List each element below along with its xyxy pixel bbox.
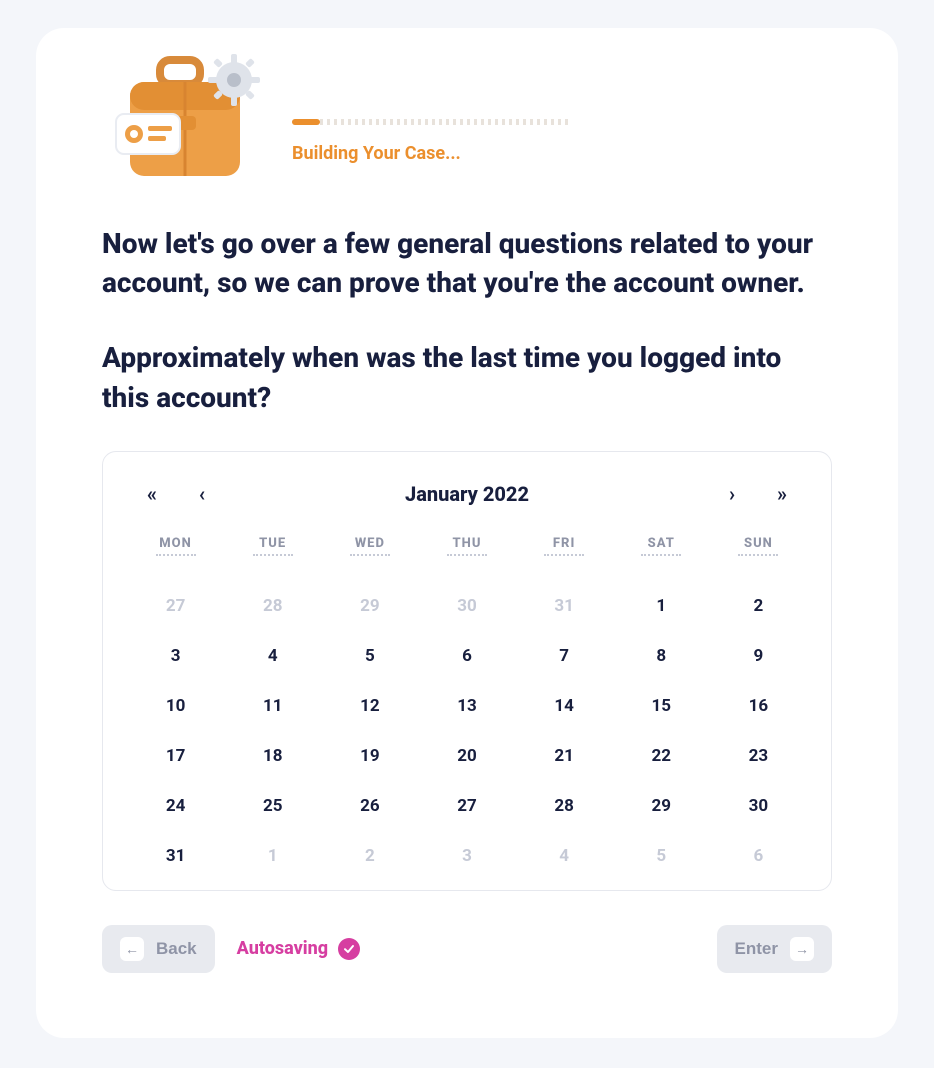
- calendar-day[interactable]: 21: [516, 742, 613, 770]
- calendar-day[interactable]: 29: [613, 792, 710, 820]
- calendar-day[interactable]: 27: [127, 592, 224, 620]
- calendar-day[interactable]: 1: [613, 592, 710, 620]
- calendar-dow: THU: [447, 536, 487, 556]
- autosave-label: Autosaving: [237, 938, 328, 959]
- calendar-day[interactable]: 31: [127, 842, 224, 870]
- calendar-dow: SAT: [641, 536, 681, 556]
- arrow-left-icon: ←: [120, 937, 144, 961]
- enter-button-label: Enter: [735, 939, 778, 959]
- calendar-day[interactable]: 28: [516, 792, 613, 820]
- calendar-day[interactable]: 26: [321, 792, 418, 820]
- back-button[interactable]: ← Back: [102, 925, 215, 973]
- calendar-prev-month[interactable]: ‹: [177, 482, 227, 506]
- calendar-day[interactable]: 11: [224, 692, 321, 720]
- enter-button[interactable]: Enter →: [717, 925, 832, 973]
- calendar-day[interactable]: 10: [127, 692, 224, 720]
- form-card: Building Your Case... Now let's go over …: [36, 28, 898, 1038]
- calendar-day[interactable]: 19: [321, 742, 418, 770]
- calendar-next-month[interactable]: ›: [707, 482, 757, 506]
- calendar-day[interactable]: 6: [710, 842, 807, 870]
- check-icon: [338, 938, 360, 960]
- arrow-right-icon: →: [790, 937, 814, 961]
- calendar-day[interactable]: 25: [224, 792, 321, 820]
- calendar-day[interactable]: 23: [710, 742, 807, 770]
- autosave-status: Autosaving: [237, 938, 360, 960]
- calendar-title: January 2022: [227, 482, 707, 506]
- calendar-dow: SUN: [738, 536, 778, 556]
- briefcase-illustration: [102, 56, 258, 186]
- question-subheading: Approximately when was the last time you…: [102, 338, 832, 416]
- calendar-day[interactable]: 24: [127, 792, 224, 820]
- calendar-dow: TUE: [253, 536, 293, 556]
- calendar-next-year[interactable]: »: [757, 482, 807, 506]
- calendar-day[interactable]: 2: [321, 842, 418, 870]
- calendar-prev-year[interactable]: «: [127, 482, 177, 506]
- calendar-day[interactable]: 1: [224, 842, 321, 870]
- calendar-dow: WED: [350, 536, 390, 556]
- calendar-day[interactable]: 29: [321, 592, 418, 620]
- gear-icon: [206, 52, 262, 108]
- calendar-nav: « ‹ January 2022 › »: [127, 482, 807, 506]
- calendar-day[interactable]: 6: [418, 642, 515, 670]
- calendar-day[interactable]: 30: [418, 592, 515, 620]
- calendar-day[interactable]: 17: [127, 742, 224, 770]
- calendar-day[interactable]: 27: [418, 792, 515, 820]
- calendar-day[interactable]: 28: [224, 592, 321, 620]
- progress-block: Building Your Case...: [292, 119, 832, 186]
- progress-label: Building Your Case...: [292, 143, 832, 164]
- calendar-day[interactable]: 16: [710, 692, 807, 720]
- calendar-day[interactable]: 2: [710, 592, 807, 620]
- calendar-day[interactable]: 13: [418, 692, 515, 720]
- calendar-day[interactable]: 22: [613, 742, 710, 770]
- calendar-day[interactable]: 20: [418, 742, 515, 770]
- calendar-day[interactable]: 8: [613, 642, 710, 670]
- question-heading: Now let's go over a few general question…: [102, 224, 832, 302]
- back-button-label: Back: [156, 939, 197, 959]
- calendar-day[interactable]: 4: [516, 842, 613, 870]
- calendar-dow: FRI: [544, 536, 584, 556]
- calendar-day[interactable]: 14: [516, 692, 613, 720]
- calendar-day[interactable]: 5: [321, 642, 418, 670]
- progress-bar: [292, 119, 572, 125]
- header-row: Building Your Case...: [102, 56, 832, 186]
- calendar-day[interactable]: 9: [710, 642, 807, 670]
- calendar: « ‹ January 2022 › » MON TUE WED THU FRI SAT S…: [102, 451, 832, 891]
- calendar-day[interactable]: 3: [127, 642, 224, 670]
- calendar-day[interactable]: 15: [613, 692, 710, 720]
- calendar-day[interactable]: 30: [710, 792, 807, 820]
- calendar-grid: MONTUEWEDTHUFRISATSUN2728293031123456789…: [127, 536, 807, 870]
- footer-row: ← Back Autosaving Enter →: [102, 925, 832, 973]
- calendar-day[interactable]: 7: [516, 642, 613, 670]
- calendar-day[interactable]: 4: [224, 642, 321, 670]
- calendar-dow: MON: [156, 536, 196, 556]
- progress-fill: [292, 119, 320, 125]
- calendar-day[interactable]: 3: [418, 842, 515, 870]
- calendar-day[interactable]: 18: [224, 742, 321, 770]
- calendar-day[interactable]: 12: [321, 692, 418, 720]
- calendar-day[interactable]: 5: [613, 842, 710, 870]
- calendar-day[interactable]: 31: [516, 592, 613, 620]
